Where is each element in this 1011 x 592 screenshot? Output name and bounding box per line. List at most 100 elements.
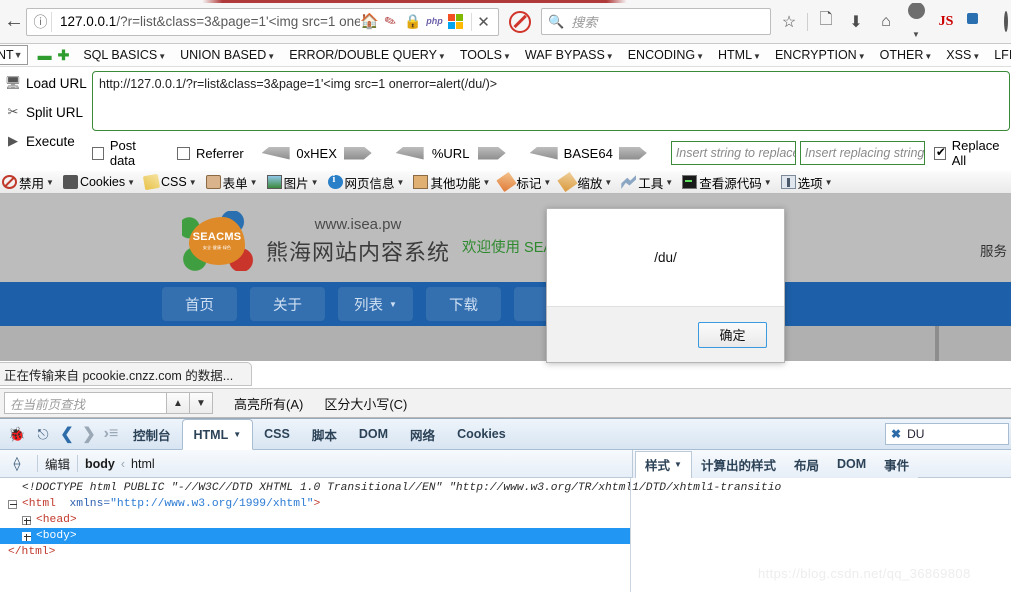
- hackbar-menu-encoding[interactable]: ENCODING▼: [628, 48, 704, 62]
- account-icon[interactable]: ▼: [904, 1, 928, 42]
- breadcrumb-current[interactable]: body: [85, 457, 115, 471]
- wd-item-resize[interactable]: 缩放 ▼: [557, 171, 612, 193]
- execute-button[interactable]: ▶ Execute: [0, 129, 88, 153]
- hackbar-menu-sql-basics[interactable]: SQL BASICS▼: [83, 48, 166, 62]
- wd-item-css[interactable]: CSS ▼: [142, 173, 197, 191]
- hackbar-menu-encryption[interactable]: ENCRYPTION▼: [775, 48, 866, 62]
- wd-item-view-source[interactable]: 查看源代码 ▼: [682, 173, 772, 192]
- split-url-button[interactable]: ✂ Split URL: [0, 100, 88, 124]
- panel-menu-icon[interactable]: ›≡: [100, 425, 122, 443]
- wd-item-images[interactable]: 图片 ▼: [266, 173, 319, 192]
- url-decode-button[interactable]: [395, 146, 424, 160]
- side-tab-computed[interactable]: 计算出的样式: [692, 450, 785, 478]
- pen-icon[interactable]: ✎: [380, 11, 402, 33]
- devtools-edit-button[interactable]: 编辑: [45, 454, 70, 473]
- php-icon[interactable]: php: [426, 13, 443, 30]
- highlight-all-option[interactable]: 高亮所有(A): [234, 394, 303, 413]
- hackbar-menu-error-double-query[interactable]: ERROR/DOUBLE QUERY▼: [289, 48, 446, 62]
- devtools-tab-dom[interactable]: DOM: [348, 419, 399, 450]
- url-text[interactable]: 127.0.0.1/?r=list&class=3&page=1'<img sr…: [52, 14, 360, 29]
- hackbar-menu-xss[interactable]: XSS▼: [946, 48, 980, 62]
- url-encode-button[interactable]: [477, 146, 506, 160]
- devtools-tab-script[interactable]: 脚本: [301, 419, 348, 450]
- search-input[interactable]: 🔍 搜索: [541, 8, 771, 35]
- pick-element-icon[interactable]: ⟠: [4, 455, 30, 472]
- devtools-tab-cookies[interactable]: Cookies: [446, 419, 517, 450]
- chevron-right-icon[interactable]: ❯: [78, 424, 100, 444]
- minus-icon[interactable]: ▬: [38, 47, 52, 63]
- referrer-checkbox[interactable]: Referrer: [176, 146, 244, 161]
- replace-all-checkbox[interactable]: Replace All: [933, 138, 1010, 168]
- wd-item-cookies[interactable]: Cookies ▼: [62, 175, 135, 189]
- extension2-icon[interactable]: [994, 10, 1011, 32]
- html-tree-row-selected[interactable]: <body>: [0, 528, 630, 544]
- side-tab-events[interactable]: 事件: [875, 450, 918, 478]
- bookmark-star-icon[interactable]: ☆: [777, 12, 801, 32]
- devtools-tab-console[interactable]: 控制台: [122, 419, 182, 450]
- devtools-splitter[interactable]: [630, 478, 631, 592]
- wd-item-outline[interactable]: 标记 ▼: [496, 171, 551, 193]
- plus-icon[interactable]: ✚: [58, 47, 70, 64]
- inspect-icon[interactable]: ⎋: [30, 426, 56, 443]
- back-arrow-icon[interactable]: ←: [4, 7, 24, 37]
- replace-with-input[interactable]: Insert replacing string: [799, 141, 925, 165]
- html-tree-row[interactable]: <html xmlns= "http://www.w3.org/1999/xhtm…: [0, 496, 1011, 512]
- expand-toggle-icon[interactable]: [22, 515, 31, 525]
- library-icon[interactable]: 🗋: [814, 8, 838, 35]
- clear-x-icon[interactable]: ✖: [891, 427, 901, 441]
- firebug-icon[interactable]: 🐞: [4, 426, 30, 443]
- chevron-down-icon[interactable]: ▼: [190, 392, 213, 414]
- base64-decode-button[interactable]: [529, 146, 558, 160]
- nav-item-home[interactable]: 首页: [162, 287, 237, 321]
- hackbar-menu-waf-bypass[interactable]: WAF BYPASS▼: [525, 48, 614, 62]
- side-tab-style[interactable]: 样式 ▼: [635, 450, 692, 479]
- devtools-tab-css[interactable]: CSS: [253, 419, 301, 450]
- devtools-search-input[interactable]: ✖ DU: [885, 423, 1009, 445]
- wd-item-tools[interactable]: 工具 ▼: [621, 173, 673, 192]
- devtools-tab-html[interactable]: HTML ▼: [181, 419, 254, 450]
- post-data-checkbox[interactable]: Post data: [92, 138, 159, 168]
- breadcrumb-parent[interactable]: html: [131, 457, 155, 471]
- hex-encode-button[interactable]: [343, 146, 372, 160]
- hackbar-menu-html[interactable]: HTML▼: [718, 48, 761, 62]
- match-case-option[interactable]: 区分大小写(C): [324, 394, 407, 413]
- wd-item-misc[interactable]: 其他功能 ▼: [413, 173, 490, 192]
- base64-encode-button[interactable]: [618, 146, 647, 160]
- close-icon[interactable]: ✕: [471, 12, 495, 31]
- home-icon[interactable]: 🏠: [360, 13, 379, 30]
- windows-icon[interactable]: [448, 13, 464, 30]
- load-url-button[interactable]: 🖥 Load URL: [0, 71, 88, 95]
- html-tree-row[interactable]: <head>: [0, 512, 1011, 528]
- side-tab-layout[interactable]: 布局: [785, 450, 828, 478]
- hackbar-menu-other[interactable]: OTHER▼: [880, 48, 933, 62]
- home-icon[interactable]: ⌂: [874, 13, 898, 31]
- side-tab-dom[interactable]: DOM: [828, 450, 875, 478]
- site-brand[interactable]: SEACMS 安全·健康·绿色 www.isea.pw 熊海网站内容系统: [182, 211, 450, 271]
- alert-ok-button[interactable]: 确定: [698, 321, 767, 348]
- url-bar[interactable]: ⓘ 127.0.0.1/?r=list&class=3&page=1'<img …: [26, 7, 499, 36]
- nav-item-download[interactable]: 下载: [426, 287, 501, 321]
- lock-icon[interactable]: 🔒: [404, 13, 421, 30]
- info-icon[interactable]: ⓘ: [30, 11, 52, 32]
- hackbar-url-textarea[interactable]: http://127.0.0.1/?r=list&class=3&page=1'…: [92, 71, 1010, 131]
- devtools-tab-network[interactable]: 网络: [399, 419, 446, 450]
- hackbar-menu-lfi[interactable]: LFI▼: [994, 48, 1011, 62]
- wd-item-disable[interactable]: 禁用 ▼: [2, 173, 54, 192]
- expand-toggle-icon[interactable]: [22, 531, 31, 541]
- replace-search-input[interactable]: Insert string to replace: [670, 141, 796, 165]
- nav-item-about[interactable]: 关于: [250, 287, 325, 321]
- hex-decode-button[interactable]: [261, 146, 290, 160]
- chevron-left-icon[interactable]: ❮: [56, 424, 78, 444]
- js-icon[interactable]: JS: [934, 14, 958, 30]
- chevron-up-icon[interactable]: ▲: [167, 392, 190, 414]
- wd-item-page-info[interactable]: 网页信息▼: [327, 173, 404, 192]
- hackbar-menu-union-based[interactable]: UNION BASED▼: [180, 48, 275, 62]
- no-entry-icon[interactable]: [509, 10, 531, 33]
- hackbar-mode-select[interactable]: NT ▼: [0, 45, 28, 65]
- wd-item-options[interactable]: 选项 ▼: [780, 173, 833, 192]
- collapse-toggle-icon[interactable]: [8, 499, 17, 509]
- wd-item-forms[interactable]: 表单 ▼: [205, 173, 258, 192]
- hackbar-menu-tools[interactable]: TOOLS▼: [460, 48, 511, 62]
- downloads-icon[interactable]: ⬇: [844, 12, 868, 32]
- find-input[interactable]: 在当前页查找: [4, 392, 167, 414]
